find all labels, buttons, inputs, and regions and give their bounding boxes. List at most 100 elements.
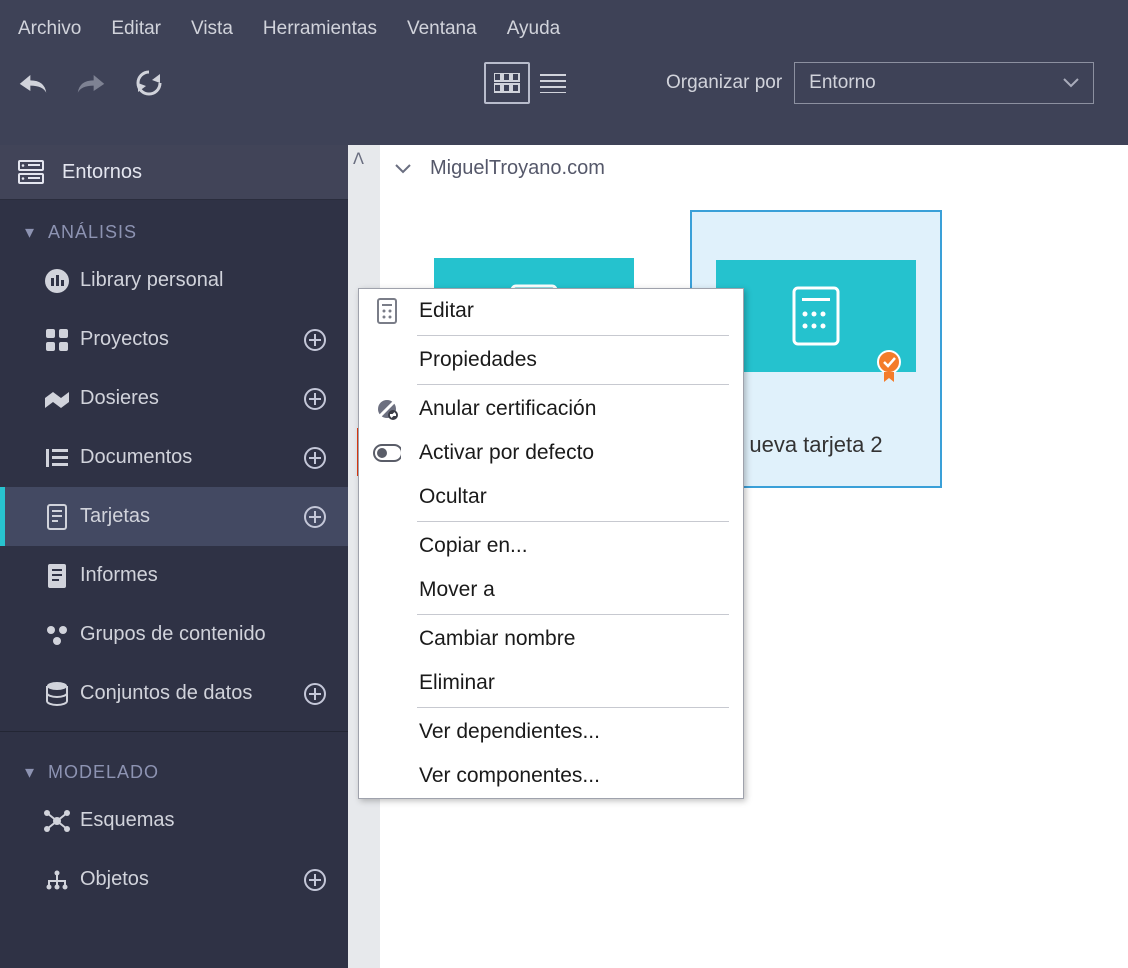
add-button[interactable] [304,506,334,528]
context-menu-item-label: Eliminar [419,671,495,695]
sidebar-item-grupos-de-contenido[interactable]: Grupos de contenido [0,605,348,664]
sidebar-item-label: Proyectos [80,328,304,351]
card-title: ueva tarjeta 2 [749,432,882,458]
sidebar-item-icon [40,808,74,834]
context-menu-item-label: Propiedades [419,348,537,372]
chevron-down-icon [394,163,412,175]
context-menu-separator [417,384,729,385]
collapse-gutter-icon[interactable]: ᐱ [353,149,364,169]
context-menu-cambiar-nombre[interactable]: Cambiar nombre [359,617,743,661]
sidebar-item-informes[interactable]: Informes [0,546,348,605]
context-menu-activar-por-defecto[interactable]: Activar por defecto [359,431,743,475]
sidebar-divider [0,731,348,732]
sidebar-item-conjuntos-de-datos[interactable]: Conjuntos de datos [0,664,348,723]
context-menu-anular-certificaci-n[interactable]: Anular certificación [359,387,743,431]
add-button[interactable] [304,329,334,351]
section-analisis[interactable]: ▾ ANÁLISIS [0,200,348,251]
menu-editar[interactable]: Editar [111,18,161,40]
context-menu-item-label: Mover a [419,578,495,602]
sidebar-top-environments[interactable]: Entornos [0,145,348,200]
sidebar-item-icon [40,268,74,294]
server-icon [18,159,44,185]
sidebar-item-label: Informes [80,564,304,587]
context-menu-copiar-en-[interactable]: Copiar en... [359,524,743,568]
sidebar-item-label: Grupos de contenido [80,623,304,646]
toolbar: Organizar por Entorno [0,50,1128,104]
view-grid-button[interactable] [484,62,530,104]
context-menu-item-label: Anular certificación [419,397,596,421]
redo-button[interactable] [76,68,106,98]
sidebar-item-proyectos[interactable]: Proyectos [0,310,348,369]
context-menu-mover-a[interactable]: Mover a [359,568,743,612]
context-menu-item-label: Ver dependientes... [419,720,600,744]
menu-bar: Archivo Editar Vista Herramientas Ventan… [0,0,1128,50]
context-menu-item-label: Editar [419,299,474,323]
sidebar: Entornos ▾ ANÁLISIS Library personal Proy… [0,145,348,968]
context-menu-item-label: Copiar en... [419,534,528,558]
sidebar-item-documentos[interactable]: Documentos [0,428,348,487]
menu-ventana[interactable]: Ventana [407,18,477,40]
context-menu-separator [417,614,729,615]
sidebar-item-objetos[interactable]: Objetos [0,850,348,909]
chevron-down-icon [1063,78,1079,88]
sidebar-item-icon [40,388,74,410]
refresh-button[interactable] [134,68,164,98]
sidebar-item-icon [40,869,74,891]
add-button[interactable] [304,683,334,705]
context-menu-ocultar[interactable]: Ocultar [359,475,743,519]
sidebar-item-tarjetas[interactable]: Tarjetas [0,487,348,546]
card-thumbnail [716,260,916,372]
sidebar-item-dosieres[interactable]: Dosieres [0,369,348,428]
menu-herramientas[interactable]: Herramientas [263,18,377,40]
view-list-button[interactable] [530,62,576,104]
undo-button[interactable] [18,68,48,98]
sidebar-top-label: Entornos [62,161,142,184]
sidebar-item-esquemas[interactable]: Esquemas [0,791,348,850]
view-toggle-group [484,62,576,104]
menu-ayuda[interactable]: Ayuda [507,18,561,40]
menu-vista[interactable]: Vista [191,18,233,40]
toggle-icon [373,439,401,467]
context-menu-item-label: Ver componentes... [419,764,600,788]
add-button[interactable] [304,869,334,891]
context-menu-propiedades[interactable]: Propiedades [359,338,743,382]
organize-by-value: Entorno [809,72,876,94]
caret-down-icon: ▾ [20,762,40,783]
sidebar-item-icon [40,447,74,469]
cert-off-icon [373,395,401,423]
context-menu-item-label: Ocultar [419,485,487,509]
sidebar-item-library-personal[interactable]: Library personal [0,251,348,310]
organize-by-dropdown[interactable]: Entorno [794,62,1094,104]
sidebar-item-icon [40,504,74,530]
caret-down-icon: ▾ [20,222,40,243]
sidebar-item-label: Tarjetas [80,505,304,528]
sidebar-item-label: Documentos [80,446,304,469]
add-button[interactable] [304,388,334,410]
sidebar-item-label: Conjuntos de datos [80,682,304,705]
context-menu-item-label: Cambiar nombre [419,627,575,651]
sidebar-item-icon [40,563,74,589]
menu-archivo[interactable]: Archivo [18,18,81,40]
context-menu-separator [417,707,729,708]
sidebar-item-label: Esquemas [80,809,304,832]
organize-by-label: Organizar por [666,72,782,94]
context-menu-item-label: Activar por defecto [419,441,594,465]
section-modelado-label: MODELADO [48,762,159,783]
sidebar-item-label: Dosieres [80,387,304,410]
section-modelado[interactable]: ▾ MODELADO [0,740,348,791]
add-button[interactable] [304,447,334,469]
certified-badge-icon [876,350,902,384]
section-analisis-label: ANÁLISIS [48,222,137,243]
context-menu-separator [417,335,729,336]
context-menu-ver-dependientes-[interactable]: Ver dependientes... [359,710,743,754]
sidebar-item-label: Library personal [80,269,304,292]
context-menu-eliminar[interactable]: Eliminar [359,661,743,705]
context-menu-ver-componentes-[interactable]: Ver componentes... [359,754,743,798]
context-menu: Editar Propiedades Anular certificación Act… [358,288,744,799]
card-icon [373,297,401,325]
context-menu-editar[interactable]: Editar [359,289,743,333]
sidebar-item-icon [40,327,74,353]
sidebar-item-label: Objetos [80,868,304,891]
sidebar-item-icon [40,681,74,707]
breadcrumb[interactable]: MiguelTroyano.com [394,157,605,180]
